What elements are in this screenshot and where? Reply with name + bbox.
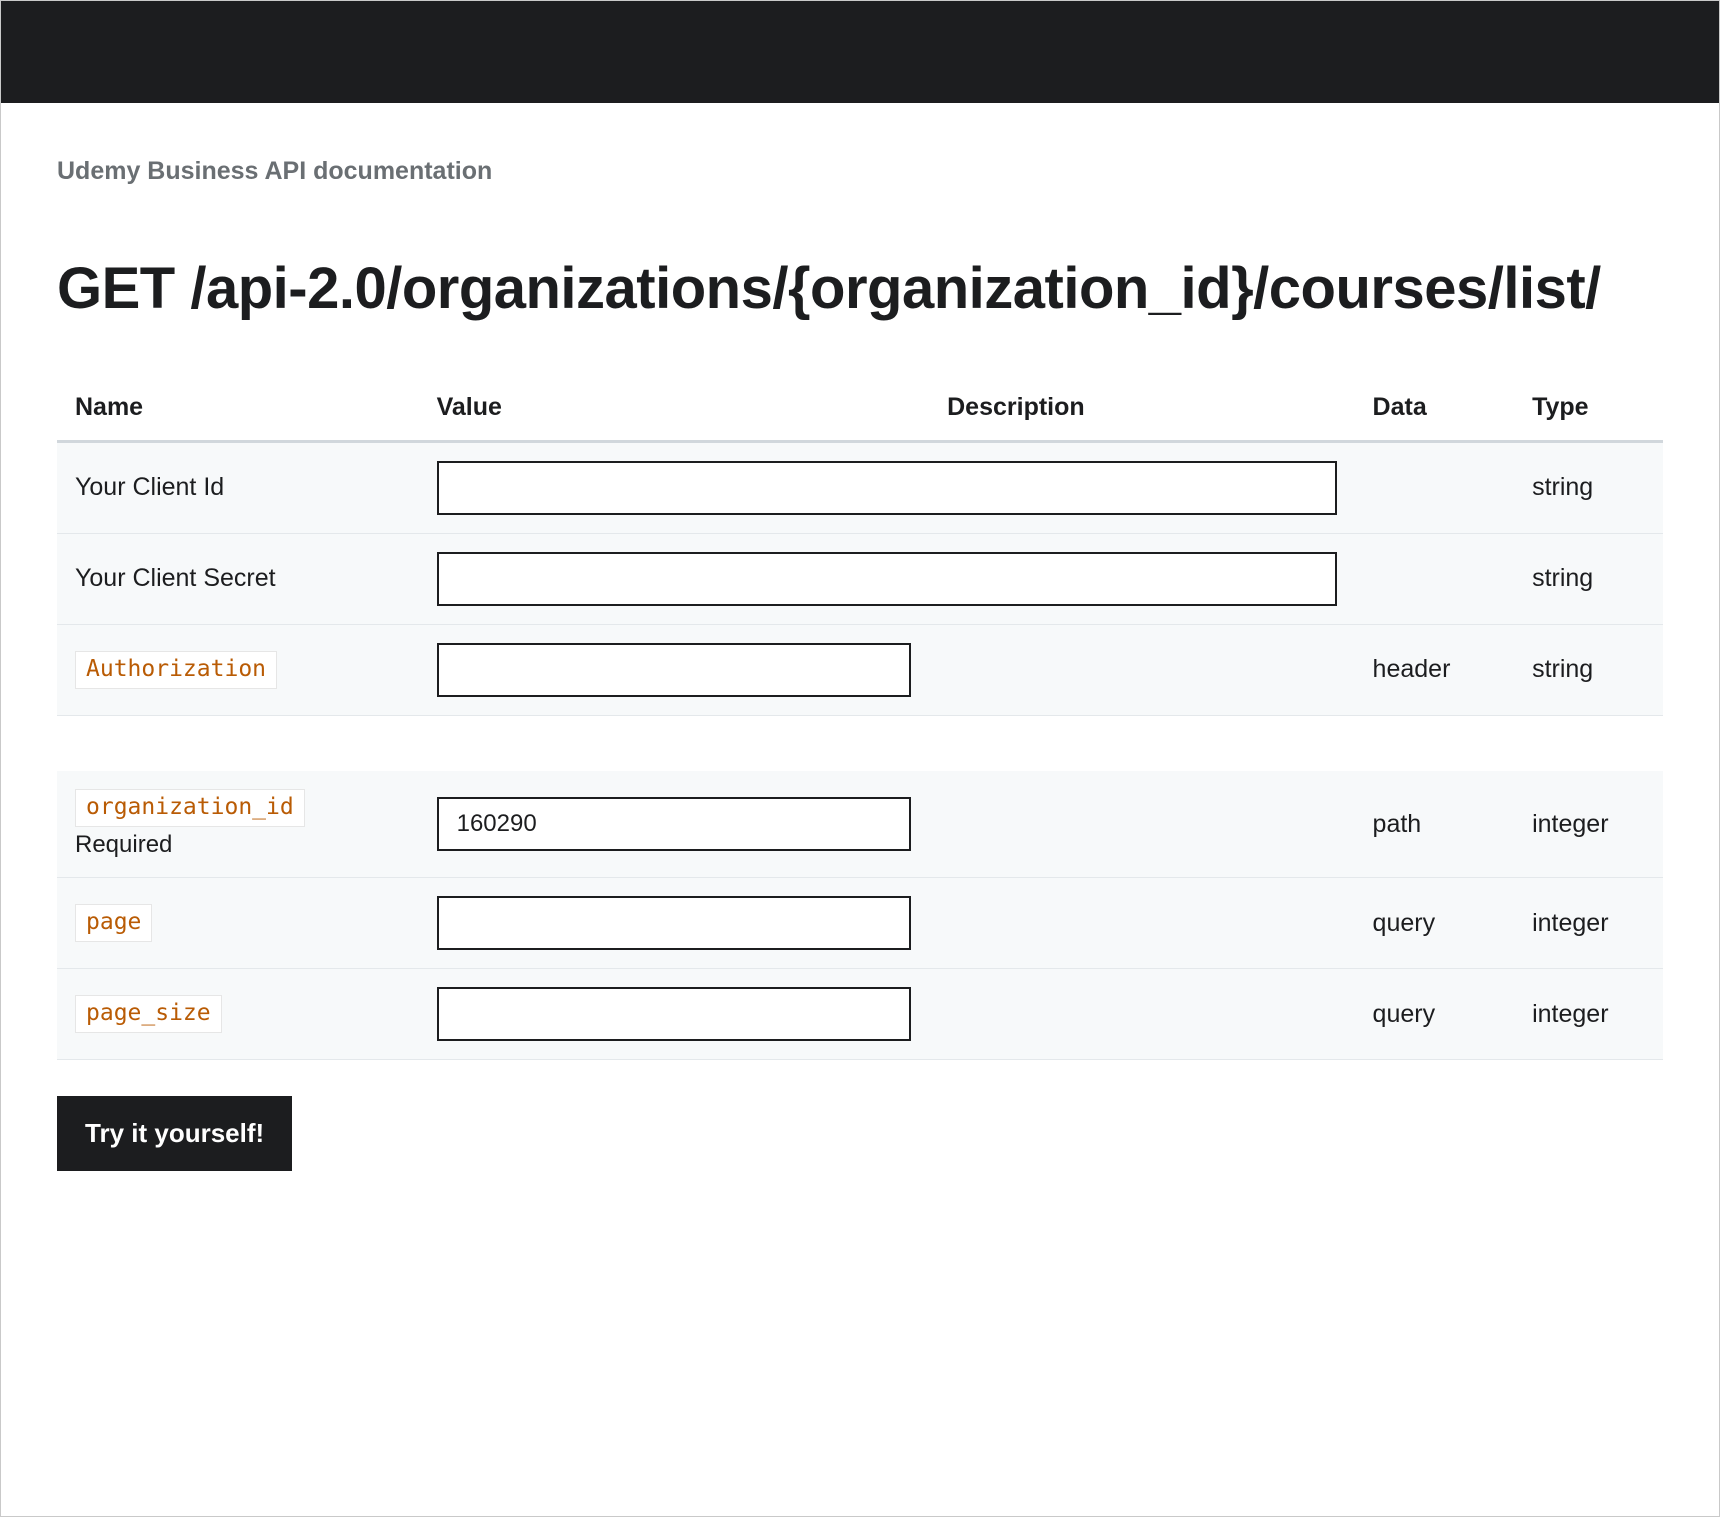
table-row: Your Client Id string xyxy=(57,441,1663,533)
param-label: Your Client Secret xyxy=(75,564,276,592)
param-type: integer xyxy=(1514,771,1663,877)
th-description: Description xyxy=(929,379,1354,442)
th-value: Value xyxy=(419,379,930,442)
param-input[interactable] xyxy=(437,552,1337,606)
top-bar xyxy=(1,1,1719,103)
param-type: integer xyxy=(1514,878,1663,969)
param-code-badge: Authorization xyxy=(75,651,277,689)
param-input[interactable] xyxy=(437,896,912,950)
table-row: Authorization headerstring xyxy=(57,624,1663,715)
param-type: string xyxy=(1514,624,1663,715)
table-row: page queryinteger xyxy=(57,878,1663,969)
th-data: Data xyxy=(1355,379,1515,442)
param-data: query xyxy=(1355,878,1515,969)
param-description xyxy=(929,878,1354,969)
param-description xyxy=(929,624,1354,715)
page-title: GET /api-2.0/organizations/{organization… xyxy=(57,256,1663,323)
required-label: Required xyxy=(75,831,401,859)
param-description xyxy=(929,969,1354,1060)
param-code-badge: page xyxy=(75,904,152,942)
table-row: Your Client Secret string xyxy=(57,533,1663,624)
param-input[interactable] xyxy=(437,461,1337,515)
param-code-badge: organization_id xyxy=(75,789,305,827)
breadcrumb[interactable]: Udemy Business API documentation xyxy=(57,157,1663,186)
th-name: Name xyxy=(57,379,419,442)
param-code-badge: page_size xyxy=(75,995,222,1033)
try-it-button[interactable]: Try it yourself! xyxy=(57,1096,292,1171)
table-row: organization_id Required pathinteger xyxy=(57,771,1663,877)
param-data: path xyxy=(1355,771,1515,877)
th-type: Type xyxy=(1514,379,1663,442)
param-description xyxy=(929,771,1354,877)
params-table: Name Value Description Data Type Your Cl… xyxy=(57,379,1663,1060)
param-data: header xyxy=(1355,624,1515,715)
table-spacer xyxy=(57,715,1663,771)
param-input[interactable] xyxy=(437,797,912,851)
table-row: page_size queryinteger xyxy=(57,969,1663,1060)
param-type: string xyxy=(1514,441,1663,533)
param-data xyxy=(1355,533,1515,624)
param-type: integer xyxy=(1514,969,1663,1060)
param-input[interactable] xyxy=(437,643,912,697)
param-input[interactable] xyxy=(437,987,912,1041)
param-label: Your Client Id xyxy=(75,473,224,501)
param-data xyxy=(1355,441,1515,533)
param-type: string xyxy=(1514,533,1663,624)
param-data: query xyxy=(1355,969,1515,1060)
